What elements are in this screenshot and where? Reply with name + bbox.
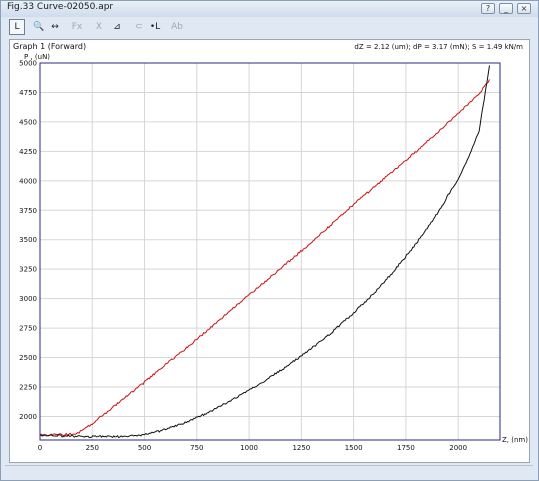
loading-curve [39, 79, 490, 437]
y-tick-label: 4500 [19, 118, 37, 126]
y-tick-label: 4250 [19, 148, 37, 156]
x-tick-label: 1250 [292, 444, 310, 452]
x-tick-label: 1750 [397, 444, 415, 452]
help-button[interactable]: ? [481, 3, 495, 14]
x-tick-label: 2000 [449, 444, 467, 452]
pan-tool-button[interactable]: ↔ [47, 19, 63, 35]
chart[interactable]: 0 250 500 750 1000 1250 1500 1750 2000 2000 2250 25… [10, 40, 529, 462]
window: Fig.33 Curve-02050.apr ? _ × L 🔍 ↔ Fx X ⊿ ⊂ •L A… [0, 0, 539, 481]
reset-tool-button[interactable]: X [91, 19, 107, 35]
minimize-button[interactable]: _ [499, 3, 513, 14]
y-tick-label: 3250 [19, 266, 37, 274]
x-tick-label: 1500 [345, 444, 363, 452]
x-axis-label: Z, (nm) [502, 436, 528, 444]
y-tick-label: 2250 [19, 383, 37, 391]
zoom-tool-button[interactable]: 🔍 [31, 19, 47, 35]
y-tick-label: 4000 [19, 177, 37, 185]
close-button[interactable]: × [517, 3, 531, 14]
y-tick-label: 4750 [19, 89, 37, 97]
fit-tool-button[interactable]: Fx [69, 19, 85, 35]
y-tick-label: 3500 [19, 236, 37, 244]
window-title: Fig.33 Curve-02050.apr [7, 2, 114, 12]
x-tick-label: 750 [190, 444, 203, 452]
graph-panel: Graph 1 (Forward) dZ = 2.12 (um); dP = 3… [9, 39, 530, 463]
x-tick-label: 1000 [240, 444, 258, 452]
y-tick-label: 2500 [19, 354, 37, 362]
clip-tool-button[interactable]: ⊂ [131, 19, 147, 35]
text-tool-button[interactable]: Ab [169, 19, 185, 35]
marker-tool-button[interactable]: •L [147, 19, 163, 35]
x-tick-label: 0 [38, 444, 42, 452]
title-bar[interactable]: Fig.33 Curve-02050.apr ? _ × [1, 1, 538, 17]
l-tool-button[interactable]: L [9, 19, 25, 35]
x-tick-label: 250 [86, 444, 99, 452]
unloading-curve [39, 65, 490, 439]
y-tick-label: 2000 [19, 413, 37, 421]
y-tick-label: 2750 [19, 325, 37, 333]
plot-frame [39, 62, 501, 441]
x-tick-label: 500 [138, 444, 151, 452]
toolbar: L 🔍 ↔ Fx X ⊿ ⊂ •L Ab [5, 18, 535, 36]
y-tick-label: 3750 [19, 207, 37, 215]
y-tick-label: 3000 [19, 295, 37, 303]
slope-tool-button[interactable]: ⊿ [109, 19, 125, 35]
status-bar [5, 465, 533, 476]
y-axis-label: P , (uN) [24, 53, 50, 61]
